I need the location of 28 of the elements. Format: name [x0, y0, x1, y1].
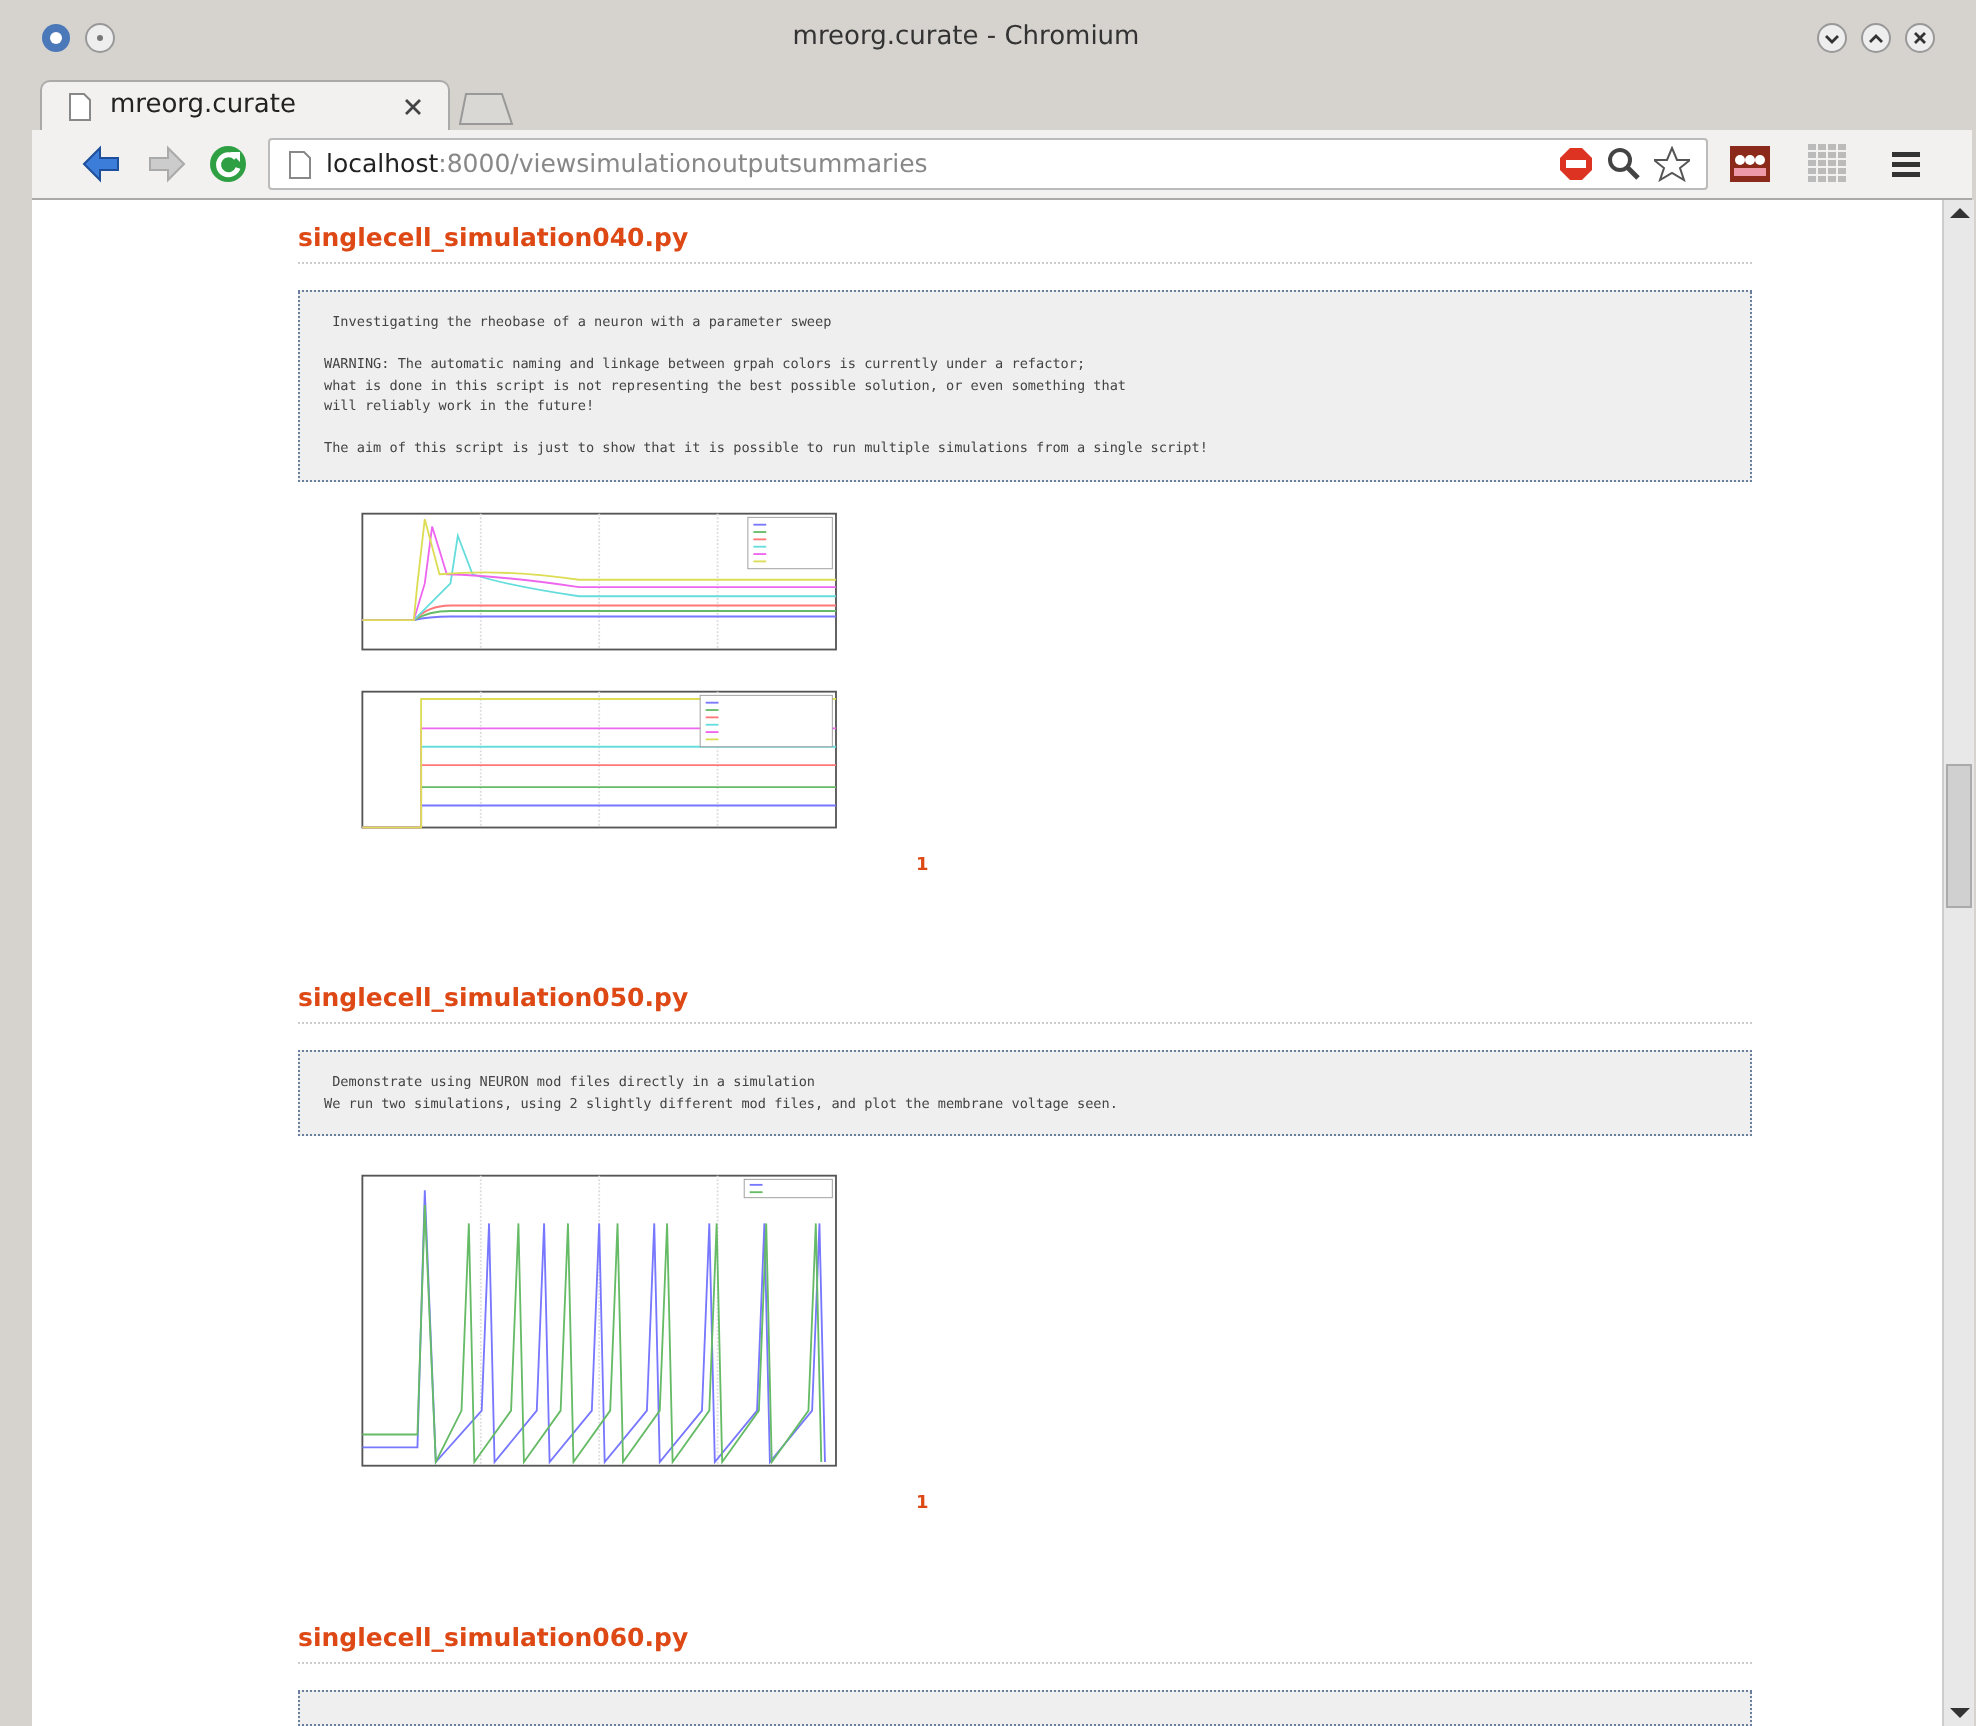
bookmark-star-icon[interactable]: [1654, 146, 1690, 182]
search-icon[interactable]: [1606, 146, 1642, 182]
scrollbar[interactable]: [1942, 200, 1974, 1726]
legend-box: [699, 694, 833, 747]
minimize-icon[interactable]: [1816, 22, 1848, 54]
maximize-icon[interactable]: [1860, 22, 1892, 54]
script-filename[interactable]: singlecell_simulation050.py: [298, 980, 1752, 1025]
close-tab-icon[interactable]: [402, 95, 424, 117]
stop-sign-icon[interactable]: [1558, 146, 1594, 182]
menu-icon[interactable]: [1888, 146, 1924, 182]
window-menu-icon[interactable]: [84, 22, 116, 54]
page-icon: [286, 149, 314, 179]
window-title: mreorg.curate - Chromium: [790, 20, 1142, 57]
reload-icon[interactable]: [208, 144, 248, 184]
script-filename[interactable]: singlecell_simulation040.py: [298, 220, 1752, 264]
scrollbar-thumb[interactable]: [1946, 764, 1972, 908]
legend-box: [743, 1179, 833, 1199]
page-link[interactable]: 1: [916, 853, 929, 881]
address-field[interactable]: localhost:8000/viewsimulationoutputsummaries: [268, 138, 1708, 190]
page-link[interactable]: 1: [916, 1492, 929, 1520]
page-icon: [66, 91, 94, 121]
legend-box: [747, 516, 833, 569]
script-filename[interactable]: singlecell_simulation060.py: [298, 1619, 1752, 1663]
browser-tab[interactable]: mreorg.curate: [40, 80, 450, 130]
browser-logo-icon: [40, 22, 72, 54]
extension-icon[interactable]: [1728, 144, 1772, 184]
close-icon[interactable]: [1904, 22, 1936, 54]
back-arrow-icon[interactable]: [80, 144, 124, 184]
